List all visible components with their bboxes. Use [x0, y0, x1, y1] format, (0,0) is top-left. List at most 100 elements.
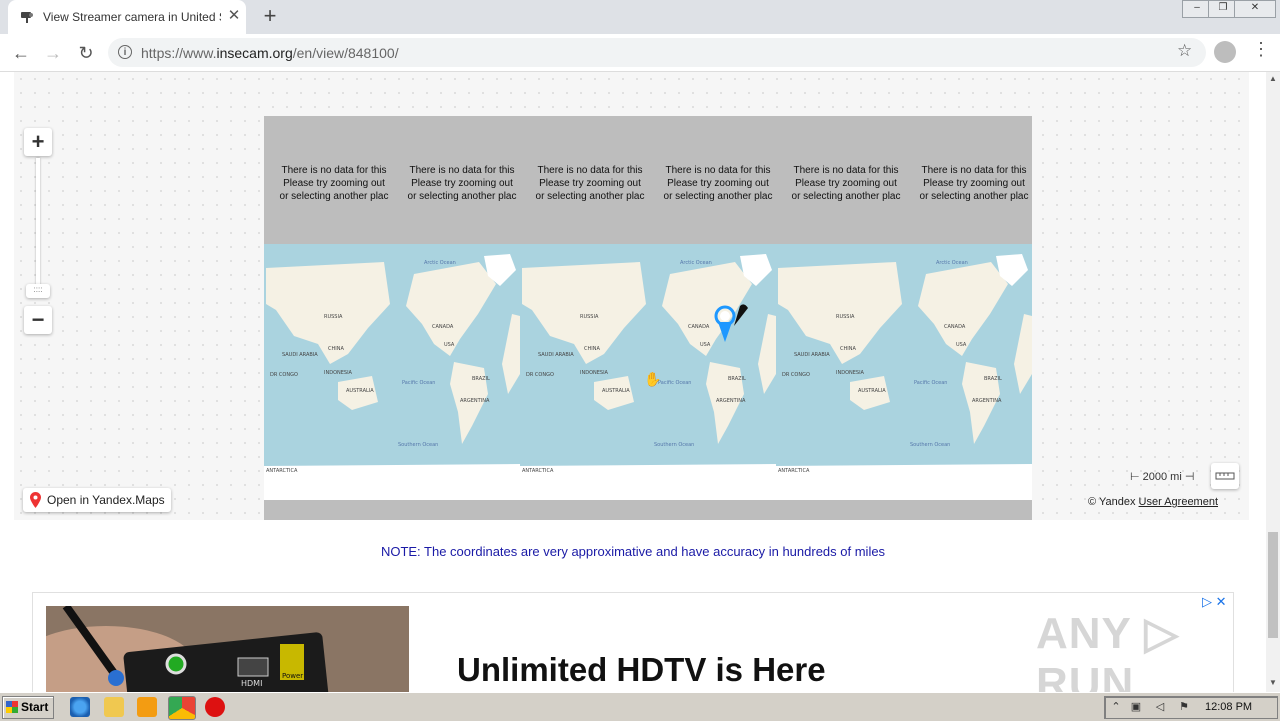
- back-arrow-icon[interactable]: ←: [8, 40, 34, 66]
- media-player-icon[interactable]: [137, 697, 157, 717]
- map-label-australia: AUSTRALIA: [346, 388, 374, 394]
- folder-icon[interactable]: [104, 697, 124, 717]
- ad-image[interactable]: HDMI Power: [46, 606, 409, 692]
- open-in-yandex-button[interactable]: Open in Yandex.Maps: [23, 488, 171, 512]
- map-label-antarctica: ANTARCTICA: [522, 468, 554, 474]
- forward-arrow-icon[interactable]: →: [40, 40, 66, 66]
- map-copyright: © Yandex User Agreement: [1088, 496, 1219, 508]
- ad-hdmi-label: HDMI: [241, 679, 262, 688]
- map-canvas[interactable]: There is no data for this Please try zoom…: [264, 116, 1032, 520]
- profile-avatar[interactable]: [1214, 41, 1236, 63]
- map-label-arctic: Arctic Ocean: [680, 260, 712, 266]
- network-icon[interactable]: ▣: [1129, 700, 1143, 714]
- map-label-canada: CANADA: [944, 324, 966, 330]
- scroll-down-icon[interactable]: ▼: [1266, 676, 1280, 690]
- map-label-southern: Southern Ocean: [654, 442, 694, 448]
- map-label-saudi: SAUDI ARABIA: [282, 352, 318, 358]
- coordinates-note: NOTE: The coordinates are very approxima…: [380, 544, 886, 559]
- camera-favicon-icon: [21, 12, 33, 23]
- map-label-russia: RUSSIA: [580, 314, 599, 320]
- map-label-china: CHINA: [584, 346, 600, 352]
- map-label-drcongo: DR CONGO: [526, 372, 554, 378]
- reload-icon[interactable]: ↻: [73, 40, 99, 66]
- map-widget[interactable]: + :::: − There is no data for this Please…: [14, 72, 1249, 520]
- map-scale: ⊢ 2000 mi ⊣: [1130, 471, 1195, 483]
- security-app-icon[interactable]: [205, 697, 225, 717]
- map-label-saudi: SAUDI ARABIA: [538, 352, 574, 358]
- map-label-china: CHINA: [328, 346, 344, 352]
- ad-headline[interactable]: Unlimited HDTV is Here: [457, 651, 826, 689]
- zoom-slider-handle[interactable]: ::::: [26, 284, 50, 298]
- map-label-canada: CANADA: [688, 324, 710, 330]
- open-in-yandex-label: Open in Yandex.Maps: [47, 493, 165, 507]
- chrome-taskbar-icon[interactable]: [168, 696, 196, 720]
- zoom-in-button[interactable]: +: [24, 128, 52, 156]
- url-text[interactable]: https://www.insecam.org/en/view/848100/: [141, 45, 399, 61]
- system-tray: ⌃ ▣ ◁ ⚑ 12:08 PM: [1104, 696, 1278, 719]
- no-data-message: There is no data for this Please try zoom…: [279, 165, 389, 202]
- no-data-message: There is no data for this Please try zoom…: [791, 165, 901, 202]
- ruler-icon: [1215, 472, 1235, 480]
- zoom-slider-track[interactable]: [36, 158, 40, 288]
- page-content: + :::: − There is no data for this Please…: [0, 72, 1266, 692]
- vertical-scrollbar[interactable]: ▲ ▼: [1266, 72, 1280, 692]
- map-label-southern: Southern Ocean: [910, 442, 950, 448]
- flag-icon[interactable]: ⚑: [1177, 700, 1191, 714]
- info-icon[interactable]: i: [118, 45, 132, 59]
- map-label-usa: USA: [956, 342, 967, 348]
- map-label-usa: USA: [444, 342, 455, 348]
- map-label-russia: RUSSIA: [836, 314, 855, 320]
- map-label-antarctica: ANTARCTICA: [778, 468, 810, 474]
- zoom-out-button[interactable]: −: [24, 306, 52, 334]
- anyrun-watermark: ANY ▷ RUN: [1036, 609, 1180, 692]
- scroll-up-icon[interactable]: ▲: [1266, 72, 1280, 86]
- clock: 12:08 PM: [1205, 701, 1253, 713]
- map-label-saudi: SAUDI ARABIA: [794, 352, 830, 358]
- ad-power-label: Power: [282, 672, 303, 680]
- map-label-china: CHINA: [840, 346, 856, 352]
- browser-tab-active[interactable]: View Streamer camera in United States ✕: [8, 0, 246, 34]
- user-agreement-link[interactable]: User Agreement: [1139, 496, 1218, 508]
- address-bar[interactable]: i https://www.insecam.org/en/view/848100…: [108, 38, 1206, 67]
- no-data-message: There is no data for this Please try zoom…: [919, 165, 1029, 202]
- window-close-button[interactable]: ✕: [1234, 0, 1276, 18]
- world-map-tiles: Arctic Ocean Arctic Ocean Arctic Ocean R…: [264, 244, 1032, 500]
- tab-strip: View Streamer camera in United States ✕ …: [0, 0, 1280, 34]
- map-label-brazil: BRAZIL: [984, 376, 1002, 382]
- tab-title: View Streamer camera in United States: [43, 10, 221, 24]
- menu-dots-icon[interactable]: ⋮: [1252, 39, 1270, 60]
- taskbar: Start ⌃ ▣ ◁ ⚑ 12:08 PM: [0, 692, 1280, 721]
- map-label-drcongo: DR CONGO: [782, 372, 810, 378]
- map-label-canada: CANADA: [432, 324, 454, 330]
- map-label-indonesia: INDONESIA: [324, 370, 353, 376]
- map-label-usa: USA: [700, 342, 711, 348]
- bookmark-star-icon[interactable]: ☆: [1177, 41, 1192, 61]
- map-label-arctic: Arctic Ocean: [936, 260, 968, 266]
- ruler-button[interactable]: [1211, 463, 1239, 489]
- map-label-pacific: Pacific Ocean: [914, 380, 947, 386]
- map-label-pacific: Pacific Ocean: [658, 380, 691, 386]
- scroll-thumb[interactable]: [1268, 532, 1278, 638]
- map-label-indonesia: INDONESIA: [580, 370, 609, 376]
- map-label-argentina: ARGENTINA: [460, 398, 490, 404]
- windows-logo-icon: [6, 701, 18, 713]
- map-label-indonesia: INDONESIA: [836, 370, 865, 376]
- browser-toolbar: ← → ↻ i https://www.insecam.org/en/view/…: [0, 34, 1280, 72]
- tray-expand-icon[interactable]: ⌃: [1109, 700, 1123, 714]
- hand-cursor-icon: ✋: [644, 371, 661, 387]
- start-button[interactable]: Start: [2, 696, 54, 719]
- map-label-arctic: Arctic Ocean: [424, 260, 456, 266]
- map-label-southern: Southern Ocean: [398, 442, 438, 448]
- map-label-australia: AUSTRALIA: [602, 388, 630, 394]
- ie-icon[interactable]: [70, 697, 90, 717]
- map-pin-icon: [30, 492, 41, 508]
- map-label-pacific: Pacific Ocean: [402, 380, 435, 386]
- new-tab-button[interactable]: +: [259, 5, 281, 28]
- no-data-tiles: There is no data for this Please try zoom…: [264, 164, 1032, 214]
- volume-icon[interactable]: ◁: [1153, 700, 1167, 714]
- no-data-message: There is no data for this Please try zoom…: [535, 165, 645, 202]
- map-label-brazil: BRAZIL: [472, 376, 490, 382]
- close-tab-icon[interactable]: ✕: [226, 8, 242, 24]
- map-label-antarctica: ANTARCTICA: [266, 468, 298, 474]
- no-data-message: There is no data for this Please try zoom…: [663, 165, 773, 202]
